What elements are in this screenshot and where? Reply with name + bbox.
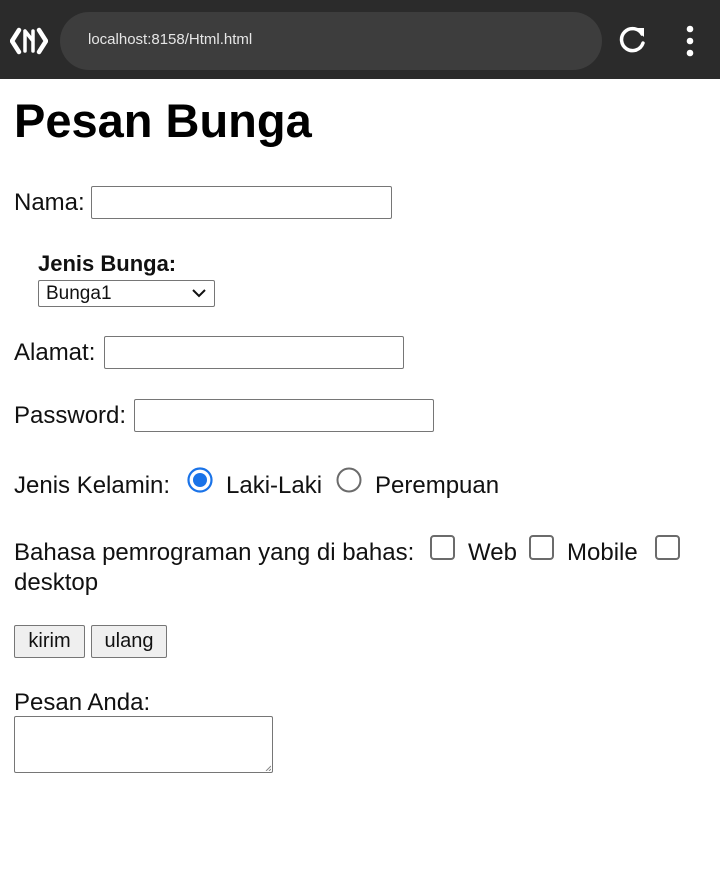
checkbox-mobile[interactable] <box>529 535 554 560</box>
radio-laki-laki-label: Laki-Laki <box>226 472 323 499</box>
chevron-down-icon <box>192 289 206 298</box>
radio-laki-laki[interactable] <box>187 467 213 493</box>
alamat-label: Alamat: <box>14 339 96 366</box>
bahasa-label: Bahasa pemrograman yang di bahas: <box>14 539 415 566</box>
jenis-bunga-label: Jenis Bunga: <box>38 251 177 276</box>
code-brackets-logo-icon[interactable] <box>10 24 48 58</box>
page-title: Pesan Bunga <box>14 94 312 147</box>
radio-perempuan[interactable] <box>336 467 362 493</box>
jenis-bunga-select[interactable]: Bunga1 <box>38 280 215 307</box>
checkbox-desktop-label: desktop <box>14 569 99 596</box>
url-text: localhost:8158/Html.html <box>88 31 253 48</box>
checkbox-desktop[interactable] <box>655 535 680 560</box>
pesan-textarea[interactable] <box>14 716 273 773</box>
address-bar[interactable]: localhost:8158/Html.html <box>60 12 602 70</box>
resize-grip-icon[interactable] <box>265 765 271 771</box>
radio-perempuan-label: Perempuan <box>375 472 500 499</box>
kebab-menu-icon[interactable] <box>676 24 704 58</box>
password-label: Password: <box>14 402 127 429</box>
gender-label: Jenis Kelamin: <box>14 472 171 499</box>
alamat-input[interactable] <box>104 336 404 369</box>
nama-input[interactable] <box>91 186 392 219</box>
ulang-button[interactable]: ulang <box>91 625 167 658</box>
browser-toolbar: localhost:8158/Html.html <box>0 0 720 79</box>
pesan-label: Pesan Anda: <box>14 689 151 716</box>
checkbox-web-label: Web <box>468 539 517 566</box>
jenis-bunga-selected-value: Bunga1 <box>46 283 112 304</box>
nama-label: Nama: <box>14 189 85 216</box>
checkbox-mobile-label: Mobile <box>567 539 638 566</box>
kirim-button[interactable]: kirim <box>14 625 85 658</box>
page-content: Pesan Bunga Nama: Jenis Bunga: Bunga1 Al… <box>0 79 720 873</box>
password-input[interactable] <box>134 399 434 432</box>
reload-icon[interactable] <box>616 24 648 56</box>
checkbox-web[interactable] <box>430 535 455 560</box>
